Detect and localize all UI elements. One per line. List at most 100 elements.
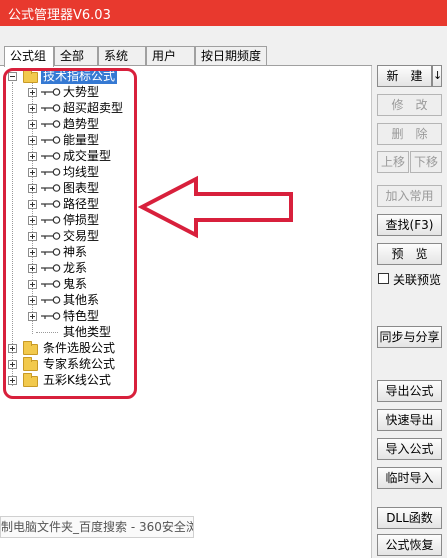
formula-key-icon <box>41 312 61 320</box>
tree-node-label: 路径型 <box>63 197 100 211</box>
tree-node-category[interactable]: 图表型 <box>28 180 148 196</box>
linked-preview-label: 关联预览 <box>393 273 442 287</box>
formula-key-icon <box>41 296 61 304</box>
tree-node-label: 五彩K线公式 <box>43 373 111 387</box>
folder-icon <box>23 341 38 355</box>
formula-key-icon <box>41 152 61 160</box>
linked-preview-checkbox[interactable] <box>378 273 389 284</box>
tab-system[interactable]: 系统 <box>98 46 146 66</box>
formula-key-icon <box>41 232 61 240</box>
tree-node-category[interactable]: 均线型 <box>28 164 148 180</box>
expand-icon[interactable] <box>8 344 17 353</box>
expand-icon[interactable] <box>28 200 37 209</box>
tree-node-label: 特色型 <box>63 309 100 323</box>
window-title: 公式管理器V6.03 <box>8 8 111 23</box>
expand-icon[interactable] <box>28 264 37 273</box>
find-button[interactable]: 查找(F3) <box>377 214 442 236</box>
expand-icon[interactable] <box>28 120 37 129</box>
formula-key-icon <box>41 280 61 288</box>
expand-icon[interactable] <box>28 280 37 289</box>
expand-icon[interactable] <box>8 376 17 385</box>
tree-node-group[interactable]: 五彩K线公式 <box>8 372 138 388</box>
tree-node-label: 其他类型 <box>63 325 112 339</box>
tree-node-group[interactable]: 专家系统公式 <box>8 356 138 372</box>
tree-node-label: 神系 <box>63 245 88 259</box>
formula-key-icon <box>41 216 61 224</box>
quick-export-button[interactable]: 快速导出 <box>377 409 442 431</box>
tree-node-label: 成交量型 <box>63 149 112 163</box>
tree-node-category[interactable]: 其他类型 <box>28 324 148 340</box>
formula-key-icon <box>41 168 61 176</box>
tree-node-category[interactable]: 交易型 <box>28 228 148 244</box>
dll-functions-button[interactable]: DLL函数 <box>377 507 442 529</box>
move-up-button[interactable]: 上移 <box>377 151 409 173</box>
expand-icon[interactable] <box>28 248 37 257</box>
formula-key-icon <box>41 104 61 112</box>
formula-key-icon <box>41 184 61 192</box>
restore-formula-button[interactable]: 公式恢复 <box>377 534 442 556</box>
tab-formula-group[interactable]: 公式组 <box>4 46 54 67</box>
formula-key-icon <box>41 264 61 272</box>
modify-button[interactable]: 修 改 <box>377 94 442 116</box>
tree-node-category[interactable]: 能量型 <box>28 132 148 148</box>
expand-icon[interactable] <box>28 312 37 321</box>
move-down-button[interactable]: 下移 <box>410 151 442 173</box>
tree-node-category[interactable]: 路径型 <box>28 196 148 212</box>
tree-node-label: 图表型 <box>63 181 100 195</box>
tab-user[interactable]: 用户 <box>146 46 195 66</box>
expand-icon[interactable] <box>28 232 37 241</box>
tree-node-label: 超买超卖型 <box>63 101 124 115</box>
expand-icon[interactable] <box>28 152 37 161</box>
tree-node-label: 其他系 <box>63 293 100 307</box>
sync-share-button[interactable]: 同步与分享 <box>377 326 442 348</box>
tree-node-label: 专家系统公式 <box>43 357 116 371</box>
tree-node-category[interactable]: 其他系 <box>28 292 148 308</box>
folder-icon <box>23 373 38 387</box>
tree-node-label: 条件选股公式 <box>43 341 116 355</box>
folder-open-icon <box>23 69 38 83</box>
expand-icon[interactable] <box>28 136 37 145</box>
tab-by-date-frequency[interactable]: 按日期频度 <box>195 46 267 66</box>
tree-node-tech-indicators[interactable]: 技术指标公式 <box>8 68 158 84</box>
delete-button[interactable]: 删 除 <box>377 123 442 145</box>
tree-node-category[interactable]: 趋势型 <box>28 116 148 132</box>
tree-node-label: 趋势型 <box>63 117 100 131</box>
tree-node-category[interactable]: 成交量型 <box>28 148 148 164</box>
expand-icon[interactable] <box>28 184 37 193</box>
tree-node-category[interactable]: 停损型 <box>28 212 148 228</box>
tree-node-label: 龙系 <box>63 261 88 275</box>
new-dropdown-button[interactable]: ↓ <box>432 65 442 87</box>
expand-icon[interactable] <box>8 360 17 369</box>
temp-import-button[interactable]: 临时导入 <box>377 467 442 489</box>
formula-key-icon <box>41 88 61 96</box>
tree-node-category[interactable]: 龙系 <box>28 260 148 276</box>
tab-bar: 公式组 全部 系统 用户 按日期频度 <box>0 46 372 67</box>
expand-icon[interactable] <box>28 104 37 113</box>
browser-tooltip: 制电脑文件夹_百度搜索 - 360安全浏 <box>0 516 194 538</box>
folder-icon <box>23 357 38 371</box>
tree-node-label: 鬼系 <box>63 277 88 291</box>
expand-icon[interactable] <box>28 168 37 177</box>
tree-node-category[interactable]: 神系 <box>28 244 148 260</box>
tree-node-group[interactable]: 条件选股公式 <box>8 340 138 356</box>
new-button[interactable]: 新 建 <box>377 65 432 87</box>
formula-tree[interactable]: 技术指标公式 大势型超买超卖型趋势型能量型成交量型 均线型 图表型路径型 停损型 交易型… <box>0 66 372 558</box>
title-bar[interactable]: 公式管理器V6.03 <box>0 0 447 26</box>
tree-node-category[interactable]: 超买超卖型 <box>28 100 148 116</box>
expand-icon[interactable] <box>28 296 37 305</box>
tree-node-category[interactable]: 大势型 <box>28 84 148 100</box>
export-formula-button[interactable]: 导出公式 <box>377 380 442 402</box>
tab-all[interactable]: 全部 <box>54 46 98 66</box>
tree-node-label: 能量型 <box>63 133 100 147</box>
formula-key-icon <box>41 120 61 128</box>
tree-node-category[interactable]: 特色型 <box>28 308 148 324</box>
formula-key-icon <box>41 136 61 144</box>
tree-node-category[interactable]: 鬼系 <box>28 276 148 292</box>
add-common-button[interactable]: 加入常用 <box>377 185 442 207</box>
expand-icon[interactable] <box>28 88 37 97</box>
preview-button[interactable]: 预 览 <box>377 243 442 265</box>
collapse-icon[interactable] <box>8 72 17 81</box>
import-formula-button[interactable]: 导入公式 <box>377 438 442 460</box>
expand-icon[interactable] <box>28 216 37 225</box>
tree-node-label: 大势型 <box>63 85 100 99</box>
